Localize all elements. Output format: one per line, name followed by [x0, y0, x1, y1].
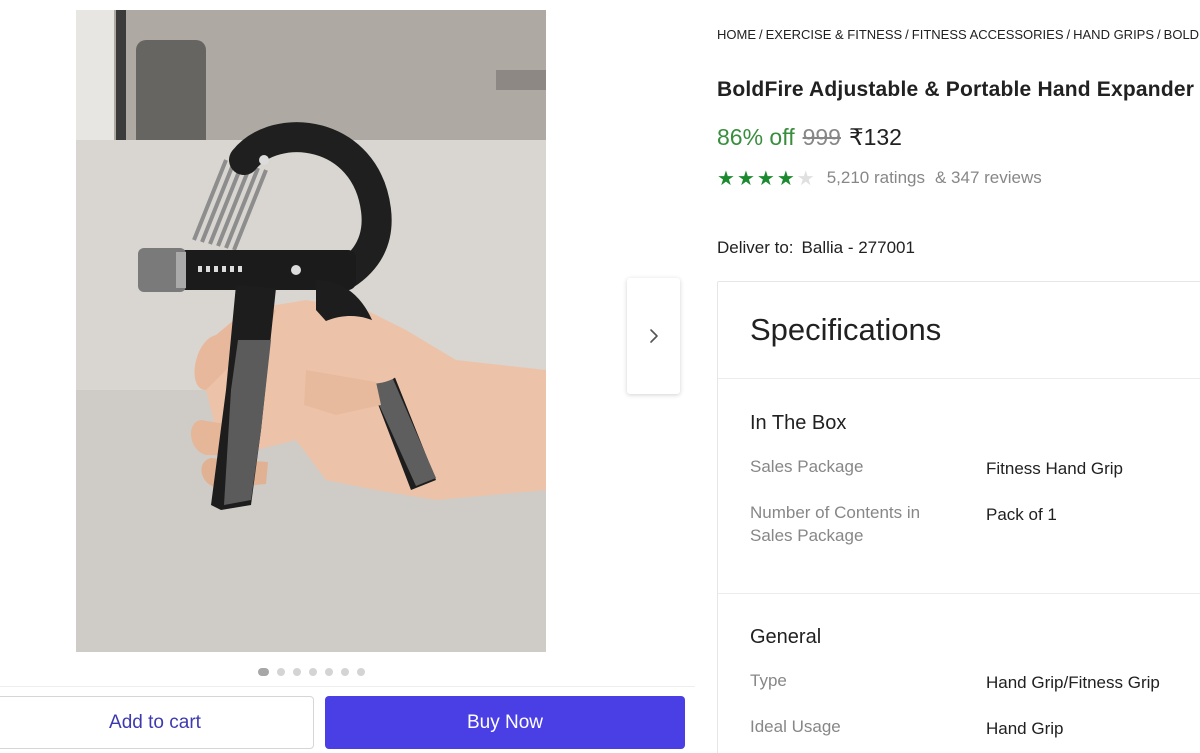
star-icon: ★	[796, 166, 815, 190]
delivery-location[interactable]: Ballia - 277001	[802, 238, 915, 257]
breadcrumb-separator: /	[1066, 27, 1071, 42]
ratings-count[interactable]: 5,210 ratings	[827, 168, 925, 188]
buy-now-button[interactable]: Buy Now	[325, 696, 685, 749]
spec-key: Ideal Usage	[750, 717, 841, 736]
breadcrumb-separator: /	[905, 27, 909, 42]
next-image-button[interactable]	[627, 278, 680, 394]
spec-value: Hand Grip	[986, 719, 1064, 738]
specifications-heading: Specifications	[750, 312, 942, 347]
specifications-card: Specifications In The Box Sales Package …	[717, 281, 1200, 753]
carousel-dot[interactable]	[309, 668, 317, 676]
carousel-dots	[258, 668, 365, 676]
spec-value: Hand Grip/Fitness Grip	[986, 673, 1160, 692]
product-image[interactable]	[76, 10, 546, 652]
breadcrumb-link[interactable]: EXERCISE & FITNESS	[766, 27, 903, 42]
star-rating: ★ ★ ★ ★ ★	[717, 167, 815, 189]
delivery-row: Deliver to: Ballia - 277001	[717, 238, 915, 258]
selling-price: ₹132	[848, 124, 902, 150]
carousel-dot[interactable]	[325, 668, 333, 676]
carousel-dot[interactable]	[357, 668, 365, 676]
divider	[718, 593, 1200, 594]
star-icon: ★	[776, 166, 795, 190]
deliver-label: Deliver to:	[717, 238, 794, 257]
spec-key: Type	[750, 671, 787, 690]
breadcrumb-separator: /	[1157, 27, 1161, 42]
star-icon: ★	[736, 166, 755, 190]
discount-label: 86% off	[717, 124, 795, 150]
carousel-dot[interactable]	[341, 668, 349, 676]
divider	[718, 378, 1200, 379]
rating-row: ★ ★ ★ ★ ★ 5,210 ratings & 347 reviews	[717, 167, 1042, 189]
star-icon: ★	[756, 166, 775, 190]
original-price: 999	[802, 124, 841, 150]
spec-section-title: General	[750, 626, 822, 648]
carousel-dot[interactable]	[293, 668, 301, 676]
chevron-right-icon	[649, 329, 658, 343]
star-icon: ★	[717, 166, 735, 190]
divider	[0, 686, 695, 687]
carousel-dot[interactable]	[258, 668, 269, 676]
price-row: 86% off 999 ₹132	[717, 124, 902, 151]
breadcrumb-separator: /	[759, 27, 763, 42]
spec-value: Fitness Hand Grip	[986, 459, 1123, 478]
breadcrumb: HOME / EXERCISE & FITNESS / FITNESS ACCESSOR…	[717, 27, 1199, 42]
product-title: BoldFire Adjustable & Portable Hand Expa…	[717, 78, 1200, 101]
add-to-cart-button[interactable]: Add to cart	[0, 696, 314, 749]
spec-key: Sales Package	[750, 457, 864, 476]
breadcrumb-link[interactable]: FITNESS ACCESSORIES	[912, 27, 1064, 42]
spec-value: Pack of 1	[986, 505, 1057, 524]
spec-section-title: In The Box	[750, 412, 847, 434]
reviews-count[interactable]: & 347 reviews	[935, 168, 1042, 188]
carousel-dot[interactable]	[277, 668, 285, 676]
hand-grip-photo	[76, 10, 546, 652]
breadcrumb-link[interactable]: HAND GRIPS	[1073, 27, 1154, 42]
breadcrumb-link[interactable]: HOME	[717, 27, 756, 42]
breadcrumb-link[interactable]: BOLD	[1164, 27, 1199, 42]
spec-key: Number of Contents in Sales Package	[750, 503, 921, 545]
